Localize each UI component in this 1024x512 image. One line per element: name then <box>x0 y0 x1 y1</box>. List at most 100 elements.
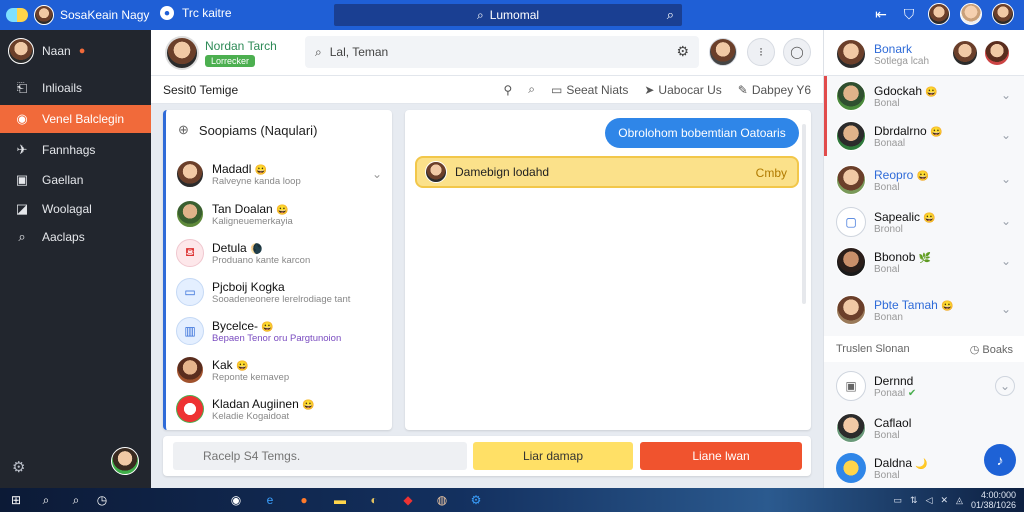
search-icon[interactable]: ⌕ <box>38 492 54 508</box>
chevron-down-icon[interactable]: ⌄ <box>1001 172 1011 186</box>
item-name-text: Bycelce- <box>212 318 259 333</box>
app-icon[interactable]: ◆ <box>400 492 416 508</box>
contact-name: Caflaol <box>874 415 912 430</box>
chevron-down-icon[interactable]: ⌄ <box>1001 214 1011 228</box>
item-name: Madadl 😀 <box>212 162 364 176</box>
add-icon[interactable]: ⊕ <box>178 122 189 138</box>
contact-card[interactable]: Nordan Tarch Lorrecker <box>165 35 315 71</box>
more-icon[interactable]: ⁝ <box>747 38 775 66</box>
search-submit-icon[interactable]: ⌕ <box>667 7 674 23</box>
gear-icon[interactable]: ⚙ <box>676 43 689 60</box>
firefox-icon[interactable]: ● <box>296 492 312 508</box>
contact-item[interactable]: Pbte Tamah 😀 Bonan ⌄ <box>824 290 1024 330</box>
start-icon[interactable]: ⊞ <box>8 492 24 508</box>
incoming-message[interactable]: Damebign lodahd Cmby <box>415 156 799 188</box>
bell-icon[interactable]: ◬ <box>956 495 963 506</box>
music-fab-button[interactable]: ♪ <box>984 444 1016 476</box>
item-name: Bycelce- 😀 <box>212 319 382 333</box>
message-input[interactable] <box>173 442 467 470</box>
conversation-list-header: ⊕ Soopiams (Naqulari) <box>178 122 317 138</box>
settings-icon[interactable]: ⚙ <box>12 458 25 476</box>
avatar[interactable] <box>952 40 978 66</box>
search-icon[interactable]: ⌕ <box>528 82 535 97</box>
close-icon[interactable]: ✕ <box>940 495 948 506</box>
chat-bubble-icon[interactable]: ◯ <box>783 38 811 66</box>
section-action[interactable]: ◷ Boaks <box>970 343 1013 356</box>
volume-icon[interactable]: ◁ <box>926 495 933 506</box>
sidebar-item-active[interactable]: ◉ Venel Balclegin <box>0 105 151 133</box>
scrollbar[interactable] <box>802 124 806 304</box>
list-item[interactable]: ⛾ Detula 🌘 Produano kante karcon <box>176 235 382 271</box>
user-avatar[interactable] <box>34 5 54 25</box>
chevron-down-icon[interactable]: ⌄ <box>372 167 382 181</box>
shield-icon[interactable]: ⛉ <box>900 6 918 23</box>
contact-item[interactable]: ▢ Sapealic 😀 Bronol ⌄ <box>824 202 1024 242</box>
contact-name: Reopro 😀 <box>874 168 929 182</box>
item-preview: Produano kante karcon <box>212 254 311 266</box>
app-icon <box>836 453 866 483</box>
chat-icon[interactable]: ▭ <box>894 495 903 506</box>
list-item[interactable]: ▭ Pjcboij Kogka Sooadeneonere lerelrodia… <box>176 274 382 310</box>
clock[interactable]: 4:00:000 01/38/1026 <box>971 490 1016 510</box>
sidebar-item-window[interactable]: ▣ Gaellan <box>0 166 151 194</box>
profile-avatar[interactable] <box>111 447 139 475</box>
contact-item[interactable]: ▣ Dernnd Ponaal ✔ ⌄ <box>824 366 1024 406</box>
app-icon[interactable]: ◉ <box>228 492 244 508</box>
sidebar-item-compass[interactable]: ✈ Fannhags <box>0 136 151 164</box>
sidebar-user[interactable]: Naan ● <box>8 38 85 64</box>
list-item[interactable]: ▥ Bycelce- 😀 Bepaen Tenor oru Pargtunoio… <box>176 313 382 349</box>
outgoing-message[interactable]: Obrolohom bobemtian Oatoaris <box>605 118 799 148</box>
tool-seat[interactable]: ▭ Seeat Niats <box>551 83 628 97</box>
section-title: Truslen Slonan <box>836 343 910 355</box>
contact-status-text: Ponaal <box>874 387 906 399</box>
app-icon[interactable]: ◍ <box>434 492 450 508</box>
chevron-down-icon[interactable]: ⌄ <box>995 376 1015 396</box>
contact-item[interactable]: Reopro 😀 Bonal ⌄ <box>824 160 1024 200</box>
list-item[interactable]: Tan Doalan 😀 Kaligneuemerkayia <box>176 196 382 232</box>
chevron-down-icon[interactable]: ⌄ <box>1001 254 1011 268</box>
sidebar-item-search[interactable]: ⌕ Aaclaps <box>0 223 151 251</box>
app-icon[interactable]: ◐ <box>366 492 382 508</box>
sidebar-item-chart[interactable]: ◪ Woolagal <box>0 195 151 223</box>
tool-uabocar[interactable]: ➤ Uabocar Us <box>644 83 721 97</box>
primary-button[interactable]: Liar damap <box>473 442 633 470</box>
list-item[interactable]: Kak 😀 Reponte kemavep <box>176 352 382 388</box>
emoji-icon: 🌿 <box>918 252 932 264</box>
user-avatar[interactable] <box>992 3 1014 25</box>
user-avatar[interactable] <box>960 3 982 25</box>
global-search[interactable]: ⌕ Lumomal ⌕ <box>334 4 682 26</box>
contact-item[interactable]: Caflaol Bonal <box>824 408 1024 448</box>
browser-icon[interactable]: e <box>262 492 278 508</box>
left-sidebar: Naan ● ⎗ Inlioails ◉ Venel Balclegin ✈ F… <box>0 30 151 488</box>
list-item[interactable]: Kladan Augiinen 😀 Keladie Kogaidoat <box>176 391 382 427</box>
network-icon[interactable]: ⇅ <box>910 495 918 506</box>
folder-icon[interactable]: ▬ <box>332 492 348 508</box>
contact-name-text: Bbonob <box>874 249 916 264</box>
collapse-icon[interactable]: ⇤ <box>872 6 890 23</box>
pin-icon[interactable]: ⚲ <box>503 83 512 97</box>
item-name: Detula 🌘 <box>212 241 382 255</box>
contact-item[interactable]: Dbrdalrno 😀 Bonaal ⌄ <box>824 116 1024 156</box>
chevron-down-icon[interactable]: ⌄ <box>1001 128 1011 142</box>
tool-dabpey[interactable]: ✎ Dabpey Y6 <box>738 83 811 97</box>
list-item[interactable]: Madadl 😀 Ralveyne kanda loop ⌄ <box>176 156 382 192</box>
avatar[interactable] <box>984 40 1010 66</box>
danger-button[interactable]: Liane lwan <box>640 442 802 470</box>
conversation-search[interactable]: ⌕ Lal, Teman ⚙ <box>305 36 699 68</box>
clock-icon[interactable]: ◷ <box>94 492 110 508</box>
search-icon[interactable]: ⌕ <box>68 492 84 508</box>
chevron-down-icon[interactable]: ⌄ <box>1001 302 1011 316</box>
participant-avatar[interactable] <box>709 38 737 66</box>
card-icon: ▭ <box>176 278 204 306</box>
section-title: Sesit0 Temige <box>163 83 239 97</box>
contact-item[interactable]: Bbonob 🌿 Bonal ⌄ <box>824 242 1024 282</box>
sidebar-item-inbox[interactable]: ⎗ Inlioails <box>0 74 151 102</box>
contact-item[interactable]: Gdockah 😀 Bonal ⌄ <box>824 76 1024 116</box>
app-icon[interactable]: ⚙ <box>468 492 484 508</box>
app-brand[interactable]: SosaKeain Nagy <box>6 4 149 26</box>
toolbar-actions: ⚲ ⌕ ▭ Seeat Niats ➤ Uabocar Us ✎ Dabpey Y6 <box>503 82 811 97</box>
user-avatar[interactable] <box>928 3 950 25</box>
clock-icon: ◷ <box>969 343 980 356</box>
context-selector[interactable]: ⏺ Trc kaitre <box>160 6 232 20</box>
chevron-down-icon[interactable]: ⌄ <box>1001 88 1011 102</box>
